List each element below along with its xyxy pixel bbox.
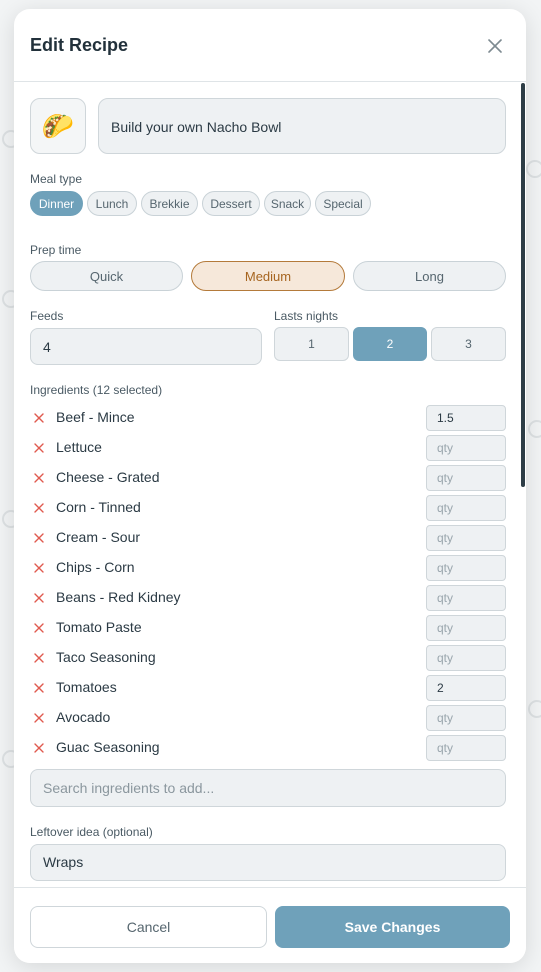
close-icon — [34, 623, 44, 633]
ingredient-name: Tomato Paste — [56, 619, 142, 635]
remove-ingredient-button[interactable] — [32, 471, 46, 485]
ingredient-qty-input[interactable]: qty — [426, 735, 506, 761]
lasts-nights-1[interactable]: 1 — [274, 327, 349, 361]
ingredient-qty-input[interactable]: 1.5 — [426, 405, 506, 431]
ingredient-row: Cheese - Grated qty — [30, 465, 506, 491]
ingredient-name: Beef - Mince — [56, 409, 135, 425]
cancel-button[interactable]: Cancel — [30, 906, 267, 948]
scrollbar-thumb[interactable] — [521, 83, 525, 487]
close-icon — [34, 413, 44, 423]
remove-ingredient-button[interactable] — [32, 411, 46, 425]
ingredient-row: Lettuce qty — [30, 435, 506, 461]
remove-ingredient-button[interactable] — [32, 651, 46, 665]
close-icon — [34, 473, 44, 483]
meal-type-dinner[interactable]: Dinner — [30, 191, 83, 216]
meal-type-snack[interactable]: Snack — [264, 191, 311, 216]
prep-time-label: Prep time — [30, 243, 82, 257]
ingredient-row: Corn - Tinned qty — [30, 495, 506, 521]
close-icon — [34, 443, 44, 453]
ingredient-name: Cream - Sour — [56, 529, 141, 545]
background-doodle — [528, 700, 541, 718]
ingredient-row: Avocado qty — [30, 705, 506, 731]
ingredient-qty-input[interactable]: qty — [426, 435, 506, 461]
leftover-label: Leftover idea (optional) — [30, 825, 153, 839]
feeds-label: Feeds — [30, 309, 64, 323]
ingredient-row: Tomato Paste qty — [30, 615, 506, 641]
ingredient-qty-input[interactable]: qty — [426, 615, 506, 641]
ingredient-qty-input[interactable]: qty — [426, 465, 506, 491]
ingredient-name: Guac Seasoning — [56, 739, 160, 755]
ingredient-row: Beef - Mince 1.5 — [30, 405, 506, 431]
remove-ingredient-button[interactable] — [32, 531, 46, 545]
ingredient-qty-input[interactable]: qty — [426, 495, 506, 521]
modal-title: Edit Recipe — [30, 35, 129, 55]
feeds-input[interactable]: 4 — [30, 328, 262, 365]
background-doodle — [528, 420, 541, 438]
ingredient-qty-input[interactable]: qty — [426, 525, 506, 551]
ingredient-name: Avocado — [56, 709, 111, 725]
ingredient-name: Beans - Red Kidney — [56, 589, 181, 605]
meal-type-lunch[interactable]: Lunch — [87, 191, 137, 216]
edit-recipe-modal: Edit Recipe 🌮 Build your own Nacho Bowl … — [14, 9, 526, 963]
ingredients-label: Ingredients (12 selected) — [30, 383, 163, 397]
remove-ingredient-button[interactable] — [32, 591, 46, 605]
leftover-input[interactable]: Wraps — [30, 844, 506, 881]
taco-icon: 🌮 — [41, 110, 75, 141]
remove-ingredient-button[interactable] — [32, 561, 46, 575]
modal-header: Edit Recipe — [14, 9, 526, 82]
close-button[interactable] — [484, 35, 506, 57]
close-icon — [34, 503, 44, 513]
ingredient-qty-input[interactable]: qty — [426, 645, 506, 671]
ingredient-qty-input[interactable]: qty — [426, 555, 506, 581]
modal-body[interactable]: 🌮 Build your own Nacho Bowl Meal type Di… — [14, 83, 526, 887]
ingredient-name: Corn - Tinned — [56, 499, 141, 515]
ingredient-name: Chips - Corn — [56, 559, 135, 575]
ingredient-row: Cream - Sour qty — [30, 525, 506, 551]
close-icon — [34, 653, 44, 663]
close-icon — [488, 39, 502, 53]
ingredient-search-input[interactable]: Search ingredients to add... — [30, 769, 506, 807]
ingredient-qty-input[interactable]: qty — [426, 705, 506, 731]
close-icon — [34, 563, 44, 573]
close-icon — [34, 593, 44, 603]
remove-ingredient-button[interactable] — [32, 711, 46, 725]
remove-ingredient-button[interactable] — [32, 741, 46, 755]
lasts-nights-3[interactable]: 3 — [431, 327, 506, 361]
close-icon — [34, 713, 44, 723]
ingredient-row: Taco Seasoning qty — [30, 645, 506, 671]
remove-ingredient-button[interactable] — [32, 501, 46, 515]
ingredient-name: Tomatoes — [56, 679, 117, 695]
recipe-icon-picker[interactable]: 🌮 — [30, 98, 86, 154]
ingredient-name: Cheese - Grated — [56, 469, 160, 485]
prep-time-medium[interactable]: Medium — [191, 261, 345, 291]
ingredient-row: Guac Seasoning qty — [30, 735, 506, 761]
lasts-nights-label: Lasts nights — [274, 309, 339, 323]
save-changes-button[interactable]: Save Changes — [275, 906, 510, 948]
meal-type-label: Meal type — [30, 172, 83, 186]
modal-footer: Cancel Save Changes — [14, 887, 526, 963]
remove-ingredient-button[interactable] — [32, 681, 46, 695]
recipe-name-input[interactable]: Build your own Nacho Bowl — [98, 98, 506, 154]
lasts-nights-2[interactable]: 2 — [353, 327, 427, 361]
ingredient-row: Tomatoes 2 — [30, 675, 506, 701]
close-icon — [34, 533, 44, 543]
remove-ingredient-button[interactable] — [32, 441, 46, 455]
background-doodle — [526, 160, 541, 178]
remove-ingredient-button[interactable] — [32, 621, 46, 635]
prep-time-long[interactable]: Long — [353, 261, 506, 291]
meal-type-brekkie[interactable]: Brekkie — [141, 191, 198, 216]
ingredient-row: Beans - Red Kidney qty — [30, 585, 506, 611]
prep-time-quick[interactable]: Quick — [30, 261, 183, 291]
meal-type-dessert[interactable]: Dessert — [202, 191, 260, 216]
close-icon — [34, 683, 44, 693]
meal-type-special[interactable]: Special — [315, 191, 371, 216]
ingredient-name: Lettuce — [56, 439, 102, 455]
close-icon — [34, 743, 44, 753]
ingredient-name: Taco Seasoning — [56, 649, 156, 665]
ingredient-qty-input[interactable]: 2 — [426, 675, 506, 701]
ingredient-row: Chips - Corn qty — [30, 555, 506, 581]
ingredient-qty-input[interactable]: qty — [426, 585, 506, 611]
